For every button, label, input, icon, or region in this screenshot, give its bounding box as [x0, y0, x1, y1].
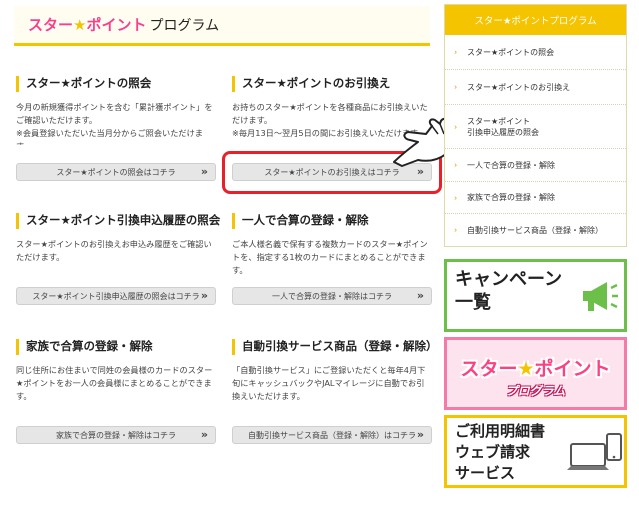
arrow-right-icon: ›	[454, 82, 458, 92]
banner-text: ご利用明細書 ウェブ請求 サービス	[455, 422, 546, 482]
arrow-right-icon: ›	[454, 225, 458, 235]
section-auto-exchange: 自動引換サービス商品（登録・解除） 「自動引換サービス」にご登録いただくと毎年4…	[232, 339, 438, 449]
sidebar-item-auto-exchange[interactable]: › 自動引換サービス商品（登録・解除）	[445, 214, 626, 246]
web-statement-banner[interactable]: ご利用明細書 ウェブ請求 サービス	[444, 415, 627, 488]
arrow-right-icon: ›	[454, 193, 458, 202]
section-description: 今月の新規獲得ポイントを含む「累計獲ポイント」をご確認いただけます。 ※会員登録…	[16, 102, 213, 145]
chevron-right-icon: »	[200, 165, 208, 178]
auto-exchange-button[interactable]: 自動引換サービス商品（登録・解除）はコチラ »	[232, 426, 432, 444]
sidebar-nav: スター★ポイントプログラム › スター★ポイントの照会 › スター★ポイントのお…	[444, 4, 627, 247]
page-title: プログラム	[149, 17, 220, 34]
star-point-logo: スター★ポイント	[460, 358, 611, 380]
section-individual-merge: 一人で合算の登録・解除 ご本人様名義で保有する複数カードのスター★ポイントを、指…	[232, 213, 432, 313]
section-family-merge: 家族で合算の登録・解除 同じ住所にお住まいで同姓の会員様のカードのスター★ポイン…	[16, 339, 216, 449]
star-point-program-banner[interactable]: スター★ポイント プログラム	[444, 337, 627, 410]
chevron-right-icon: »	[200, 289, 208, 302]
arrow-right-icon: ›	[454, 47, 458, 57]
section-exchange-history: スター★ポイント引換申込履歴の照会 スター★ポイントのお引換えお申込み履歴をご確…	[16, 213, 220, 313]
section-title: 自動引換サービス商品（登録・解除）	[232, 339, 438, 355]
section-point-inquiry: スター★ポイントの照会 今月の新規獲得ポイントを含む「累計獲ポイント」をご確認い…	[16, 76, 216, 186]
page-header: スター★ポイント プログラム	[14, 6, 430, 46]
laptop-phone-icon	[567, 433, 622, 470]
chevron-right-icon: »	[200, 428, 208, 441]
exchange-history-button[interactable]: スター★ポイント引換申込履歴の照会はコチラ »	[16, 287, 216, 305]
banner-subtitle: プログラム	[505, 384, 566, 398]
sidebar-title: スター★ポイントプログラム	[445, 5, 626, 35]
banner-text: キャンペーン 一覧	[455, 269, 563, 313]
sidebar-item-family-merge[interactable]: › 家族で合算の登録・解除	[445, 182, 626, 214]
star-point-logo: スター★ポイント	[28, 16, 147, 34]
chevron-right-icon: »	[416, 289, 424, 302]
arrow-right-icon: ›	[454, 160, 458, 170]
section-description: 同じ住所にお住まいで同姓の会員様のカードのスター★ポイントをお一人の会員様にまと…	[16, 365, 213, 401]
sidebar-item-history[interactable]: › スター★ポイント 引換申込履歴の照会	[445, 105, 626, 149]
sidebar-item-exchange[interactable]: › スター★ポイントのお引換え	[445, 70, 626, 105]
section-description: 「自動引換サービス」にご登録いただくと毎年4月下旬にキャッシュバックやJALマイ…	[232, 365, 426, 401]
section-title: 一人で合算の登録・解除	[232, 213, 432, 229]
section-title: スター★ポイントのお引換え	[232, 76, 432, 92]
point-inquiry-button[interactable]: スター★ポイントの照会はコチラ »	[16, 163, 216, 181]
section-title: スター★ポイント引換申込履歴の照会	[16, 213, 220, 229]
sidebar-item-inquiry[interactable]: › スター★ポイントの照会	[445, 35, 626, 70]
chevron-right-icon: »	[416, 428, 424, 441]
section-title: 家族で合算の登録・解除	[16, 339, 216, 355]
sidebar-item-individual-merge[interactable]: › 一人で合算の登録・解除	[445, 149, 626, 182]
family-merge-button[interactable]: 家族で合算の登録・解除はコチラ »	[16, 426, 216, 444]
campaign-list-banner[interactable]: キャンペーン 一覧	[444, 259, 627, 332]
section-description: ご本人様名義で保有する複数カードのスター★ポイントを、指定する1枚のカードにまと…	[232, 239, 428, 275]
section-description: スター★ポイントのお引換えお申込み履歴をご確認いただけます。	[16, 239, 212, 262]
individual-merge-button[interactable]: 一人で合算の登録・解除はコチラ »	[232, 287, 432, 305]
megaphone-icon	[583, 282, 618, 311]
arrow-right-icon: ›	[454, 122, 458, 131]
section-title: スター★ポイントの照会	[16, 76, 216, 92]
